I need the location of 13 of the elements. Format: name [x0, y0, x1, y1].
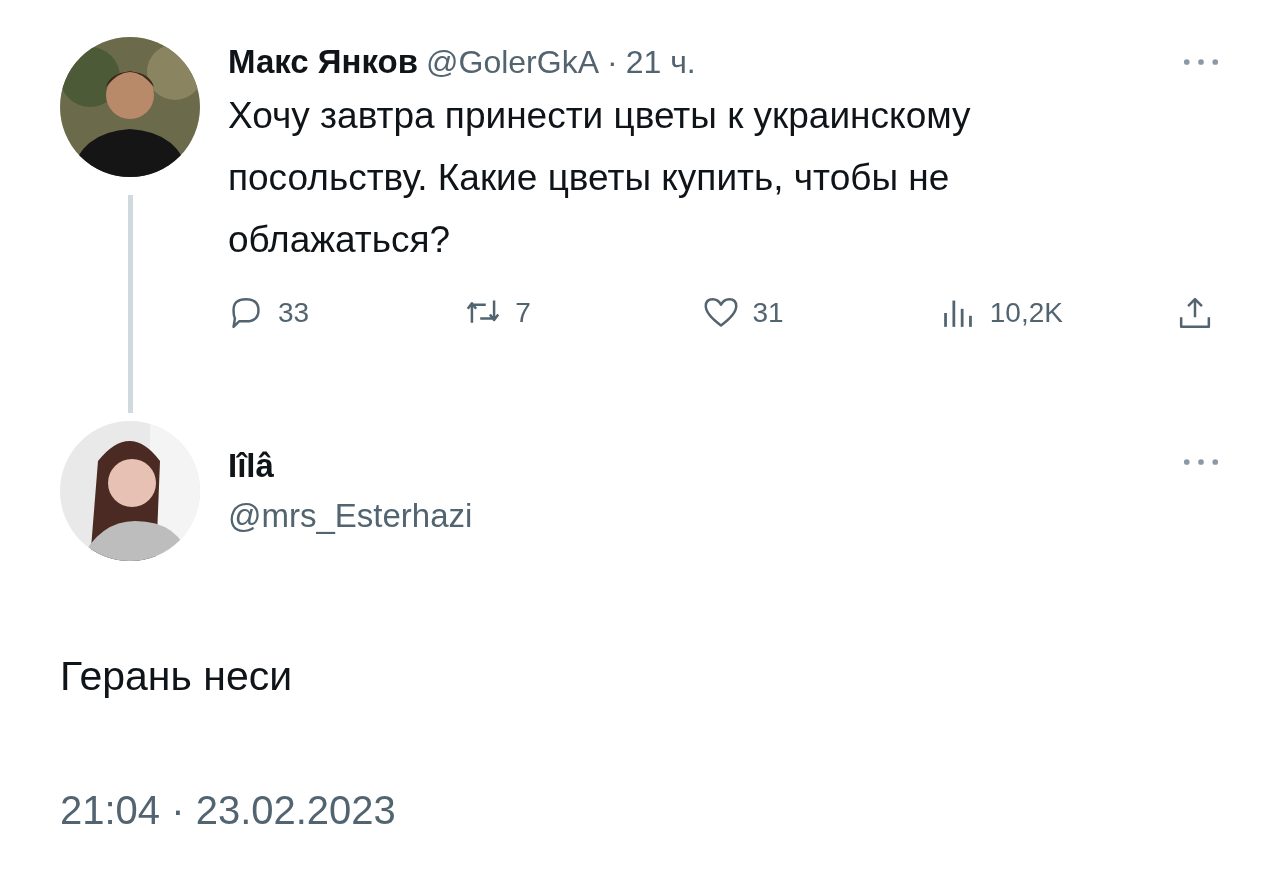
timestamp[interactable]: 21:04 · 23.02.2023: [60, 788, 396, 833]
views-count: 10,2K: [989, 297, 1063, 329]
retweet-count: 7: [515, 297, 531, 329]
reply-text: Герань неси: [60, 653, 293, 700]
tweet-text: Хочу завтра принести цветы к украинскому посольству. Какие цветы купить, чтобы не облажаться?: [228, 94, 972, 262]
like-count: 31: [752, 297, 784, 329]
separator: ·: [607, 44, 618, 81]
reply-count: 33: [278, 297, 310, 329]
author-name[interactable]: Макс Янков: [228, 43, 419, 81]
author-handle[interactable]: @mrs_Esterhazi: [228, 497, 1154, 535]
tweet-time[interactable]: 21 ч.: [625, 44, 696, 81]
author-handle[interactable]: @GolerGkA: [426, 44, 599, 81]
author-name[interactable]: Iîlâ: [228, 447, 1154, 485]
